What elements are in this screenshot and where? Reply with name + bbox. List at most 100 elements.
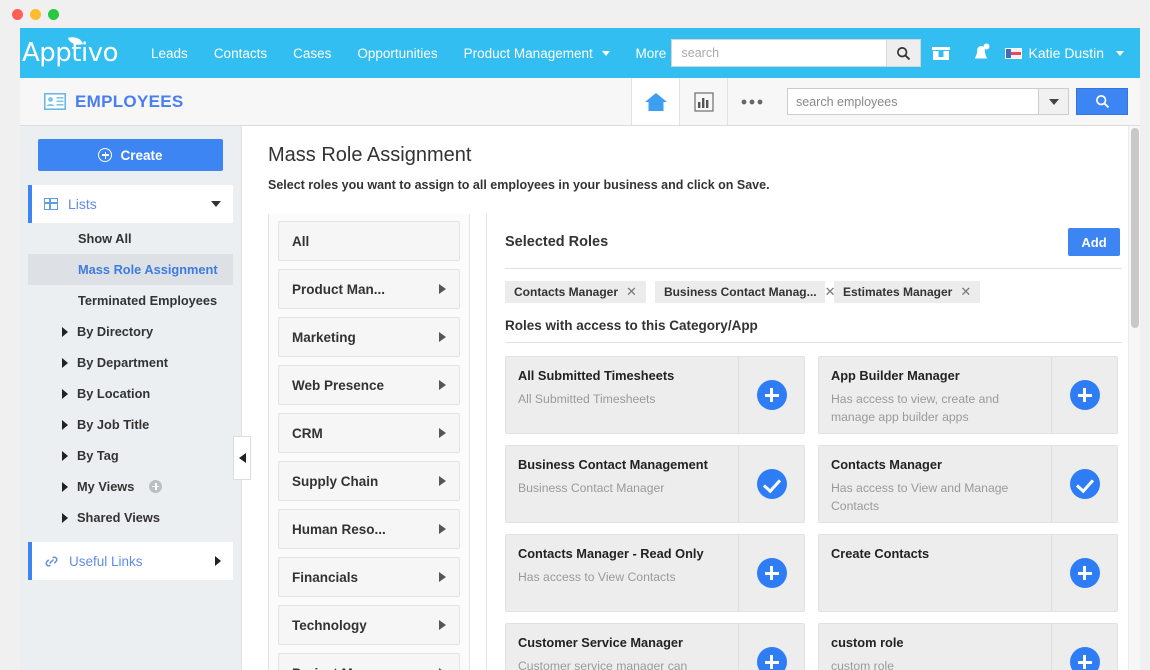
role-chip[interactable]: Estimates Manager ✕: [834, 281, 980, 303]
nav-link-opportunities[interactable]: Opportunities: [344, 40, 450, 67]
category-item-web-presence[interactable]: Web Presence: [278, 365, 460, 405]
nav-link-product-management[interactable]: Product Management: [451, 40, 623, 67]
sidebar-item-show-all[interactable]: Show All: [28, 223, 233, 254]
category-item-technology[interactable]: Technology: [278, 605, 460, 645]
category-item-marketing[interactable]: Marketing: [278, 317, 460, 357]
add-role-icon[interactable]: [757, 380, 787, 410]
role-card[interactable]: custom role custom role: [818, 623, 1118, 670]
role-card-text: All Submitted Timesheets All Submitted T…: [506, 357, 738, 433]
nav-link-leads[interactable]: Leads: [138, 40, 201, 67]
app-header: EMPLOYEES: [20, 78, 1140, 126]
role-card-name: Contacts Manager - Read Only: [518, 546, 726, 561]
selected-role-icon[interactable]: [757, 469, 787, 499]
category-item-crm[interactable]: CRM: [278, 413, 460, 453]
category-item-human-resources[interactable]: Human Reso...: [278, 509, 460, 549]
category-item-all[interactable]: All: [278, 221, 460, 261]
app-viewport: Apptivo Leads Contacts Cases Opportuniti…: [20, 28, 1140, 670]
role-card[interactable]: Contacts Manager Has access to View and …: [818, 445, 1118, 523]
add-view-icon[interactable]: [149, 480, 162, 493]
employee-search-input[interactable]: search employees: [787, 88, 1039, 115]
sidebar-item-my-views[interactable]: My Views: [28, 471, 233, 502]
flag-icon: [1005, 48, 1022, 59]
remove-chip-icon[interactable]: ✕: [626, 286, 637, 299]
category-item-financials[interactable]: Financials: [278, 557, 460, 597]
role-chip[interactable]: Business Contact Manag... ✕: [655, 281, 825, 303]
sidebar-collapse-toggle[interactable]: [233, 436, 251, 480]
close-window-button[interactable]: [12, 9, 23, 20]
employee-search-button[interactable]: [1076, 88, 1128, 115]
nav-label: Contacts: [214, 46, 267, 61]
nav-label: Product Management: [464, 46, 593, 61]
employee-search-dropdown[interactable]: [1039, 88, 1069, 115]
add-role-icon[interactable]: [1070, 380, 1100, 410]
sidebar-item-by-location[interactable]: By Location: [28, 378, 233, 409]
selected-role-icon[interactable]: [1070, 469, 1100, 499]
sidebar-item-label: Shared Views: [77, 510, 160, 525]
nav-link-contacts[interactable]: Contacts: [201, 40, 280, 67]
role-card[interactable]: Business Contact Management Business Con…: [505, 445, 805, 523]
category-item-product-management[interactable]: Product Man...: [278, 269, 460, 309]
browser-window: Apptivo Leads Contacts Cases Opportuniti…: [0, 0, 1150, 670]
minimize-window-button[interactable]: [30, 9, 41, 20]
category-label: CRM: [292, 426, 439, 441]
role-card-desc: Has access to View Contacts: [518, 569, 726, 587]
notification-button[interactable]: [961, 28, 1001, 78]
window-controls[interactable]: [12, 9, 59, 20]
sidebar-item-terminated-employees[interactable]: Terminated Employees: [28, 285, 233, 316]
add-role-icon[interactable]: [757, 558, 787, 588]
global-search-input[interactable]: [672, 40, 886, 66]
roles-grid: All Submitted Timesheets All Submitted T…: [505, 356, 1140, 670]
nav-link-cases[interactable]: Cases: [280, 40, 344, 67]
category-item-project-management[interactable]: Project Mana...: [278, 653, 460, 670]
role-card[interactable]: Customer Service Manager Customer servic…: [505, 623, 805, 670]
sidebar-item-by-department[interactable]: By Department: [28, 347, 233, 378]
page-title-group: EMPLOYEES: [44, 92, 184, 112]
add-role-icon[interactable]: [1070, 647, 1100, 670]
role-card-name: Create Contacts: [831, 546, 1039, 561]
role-card-text: Customer Service Manager Customer servic…: [506, 624, 738, 670]
chevron-right-icon: [62, 451, 68, 461]
add-role-icon[interactable]: [1070, 558, 1100, 588]
role-chip[interactable]: Contacts Manager ✕: [505, 281, 646, 303]
store-icon: [930, 43, 952, 63]
global-search-button[interactable]: [886, 40, 920, 66]
maximize-window-button[interactable]: [48, 9, 59, 20]
category-label: Web Presence: [292, 378, 439, 393]
global-search[interactable]: [671, 39, 921, 67]
remove-chip-icon[interactable]: ✕: [960, 286, 971, 299]
more-options-button[interactable]: [727, 78, 775, 125]
add-role-icon[interactable]: [757, 647, 787, 670]
role-card[interactable]: Contacts Manager - Read Only Has access …: [505, 534, 805, 612]
role-card-desc: Business Contact Manager: [518, 480, 726, 498]
chevron-right-icon: [439, 428, 446, 438]
sidebar-section-lists[interactable]: Lists: [28, 185, 233, 223]
store-button[interactable]: [921, 28, 961, 78]
role-chip-label: Business Contact Manag...: [664, 285, 817, 299]
sidebar-item-by-tag[interactable]: By Tag: [28, 440, 233, 471]
sidebar-item-mass-role-assignment[interactable]: Mass Role Assignment: [28, 254, 233, 285]
user-menu[interactable]: Katie Dustin: [1001, 45, 1132, 61]
page-title: Mass Role Assignment: [268, 144, 1140, 167]
sidebar-item-label: Terminated Employees: [78, 293, 217, 308]
page-scrollbar-track[interactable]: [1128, 126, 1140, 670]
reports-button[interactable]: [679, 78, 727, 125]
role-card-name: Customer Service Manager: [518, 635, 726, 650]
sidebar-item-by-job-title[interactable]: By Job Title: [28, 409, 233, 440]
sidebar-item-shared-views[interactable]: Shared Views: [28, 502, 233, 533]
chevron-right-icon: [62, 482, 68, 492]
role-card[interactable]: All Submitted Timesheets All Submitted T…: [505, 356, 805, 434]
reports-icon: [694, 92, 714, 112]
sidebar-item-by-directory[interactable]: By Directory: [28, 316, 233, 347]
chevron-down-icon: [1049, 99, 1059, 105]
role-card[interactable]: App Builder Manager Has access to view, …: [818, 356, 1118, 434]
home-button[interactable]: [631, 78, 679, 125]
role-card[interactable]: Create Contacts: [818, 534, 1118, 612]
create-button[interactable]: Create: [38, 139, 223, 171]
apptivo-logo[interactable]: Apptivo: [20, 38, 118, 68]
add-button[interactable]: Add: [1068, 228, 1120, 256]
category-label: Financials: [292, 570, 439, 585]
role-card-action: [1051, 357, 1117, 433]
sidebar-section-useful-links[interactable]: Useful Links: [28, 542, 233, 580]
page-scrollbar-thumb[interactable]: [1131, 128, 1139, 328]
category-item-supply-chain[interactable]: Supply Chain: [278, 461, 460, 501]
